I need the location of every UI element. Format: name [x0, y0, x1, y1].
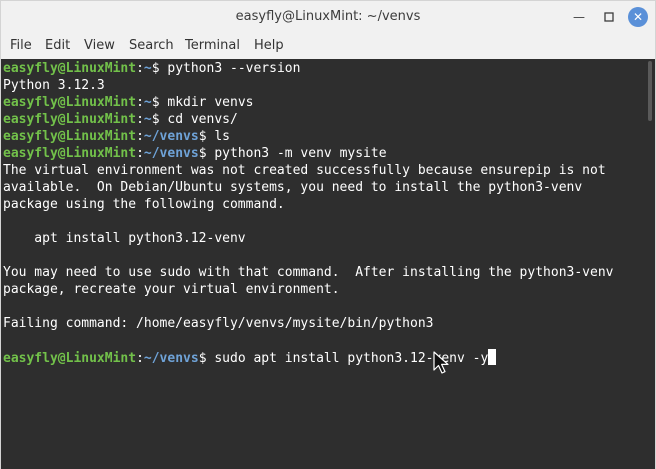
- menu-search[interactable]: Search: [129, 38, 174, 53]
- terminal-line: easyfly@LinuxMint:~$ mkdir venvs: [3, 94, 253, 111]
- terminal-output[interactable]: easyfly@LinuxMint:~$ python3 --version P…: [1, 59, 655, 469]
- command-text: python3 --version: [167, 61, 301, 76]
- prompt-user: easyfly@LinuxMint: [3, 351, 137, 366]
- prompt-separator: :: [136, 112, 144, 127]
- prompt-path: ~: [143, 61, 152, 76]
- terminal-line: easyfly@LinuxMint:~$ cd venvs/: [3, 111, 238, 128]
- window-title: easyfly@LinuxMint: ~/venvs: [235, 9, 421, 24]
- prompt-separator: :: [136, 95, 144, 110]
- prompt-path: ~/venvs: [143, 351, 199, 366]
- prompt-symbol: $: [151, 61, 168, 76]
- command-text: python3 -m venv mysite: [214, 146, 387, 161]
- menu-edit[interactable]: Edit: [45, 38, 70, 53]
- scrollbar[interactable]: [648, 61, 652, 121]
- text-cursor: [488, 349, 497, 365]
- terminal-line: Failing command: /home/easyfly/venvs/mys…: [3, 316, 434, 331]
- prompt-symbol: $: [151, 95, 168, 110]
- minimize-icon[interactable]: —: [569, 7, 589, 27]
- prompt-user: easyfly@LinuxMint: [3, 146, 137, 161]
- prompt-user: easyfly@LinuxMint: [3, 112, 137, 127]
- prompt-separator: :: [136, 146, 144, 161]
- maximize-icon[interactable]: [599, 7, 619, 27]
- title-bar[interactable]: easyfly@LinuxMint: ~/venvs — ✕: [1, 1, 655, 33]
- menu-bar: File Edit View Search Terminal Help: [1, 34, 655, 58]
- prompt-user: easyfly@LinuxMint: [3, 129, 137, 144]
- terminal-line: available. On Debian/Ubuntu systems, you…: [3, 180, 583, 195]
- prompt-path: ~/venvs: [143, 146, 199, 161]
- command-text: mkdir venvs: [167, 95, 254, 110]
- terminal-window: easyfly@LinuxMint: ~/venvs — ✕ File Edit…: [0, 0, 656, 469]
- prompt-symbol: $: [198, 146, 215, 161]
- terminal-line: easyfly@LinuxMint:~$ python3 --version: [3, 60, 300, 77]
- prompt-user: easyfly@LinuxMint: [3, 95, 137, 110]
- prompt-path: ~: [143, 95, 152, 110]
- terminal-line: easyfly@LinuxMint:~/venvs$ ls: [3, 128, 230, 145]
- menu-file[interactable]: File: [10, 38, 32, 53]
- terminal-line: Python 3.12.3: [3, 78, 105, 93]
- command-text: cd venvs/: [167, 112, 238, 127]
- menu-terminal[interactable]: Terminal: [185, 38, 240, 53]
- terminal-line: package using the following command.: [3, 197, 285, 212]
- command-text: ls: [214, 129, 230, 144]
- prompt-user: easyfly@LinuxMint: [3, 61, 137, 76]
- menu-help[interactable]: Help: [254, 38, 284, 53]
- prompt-path: ~: [143, 112, 152, 127]
- terminal-line: apt install python3.12-venv: [3, 231, 246, 246]
- terminal-line: package, recreate your virtual environme…: [3, 282, 340, 297]
- prompt-path: ~/venvs: [143, 129, 199, 144]
- prompt-separator: :: [136, 351, 144, 366]
- terminal-line: You may need to use sudo with that comma…: [3, 265, 614, 280]
- prompt-separator: :: [136, 129, 144, 144]
- close-icon[interactable]: ✕: [628, 7, 648, 27]
- prompt-symbol: $: [151, 112, 168, 127]
- terminal-line: easyfly@LinuxMint:~/venvs$ sudo apt inst…: [3, 349, 497, 366]
- prompt-separator: :: [136, 61, 144, 76]
- prompt-symbol: $: [198, 129, 215, 144]
- terminal-line: easyfly@LinuxMint:~/venvs$ python3 -m ve…: [3, 145, 387, 162]
- mouse-pointer-icon: [433, 351, 449, 374]
- prompt-symbol: $: [198, 351, 215, 366]
- terminal-line: The virtual environment was not created …: [3, 163, 606, 178]
- menu-view[interactable]: View: [84, 38, 115, 53]
